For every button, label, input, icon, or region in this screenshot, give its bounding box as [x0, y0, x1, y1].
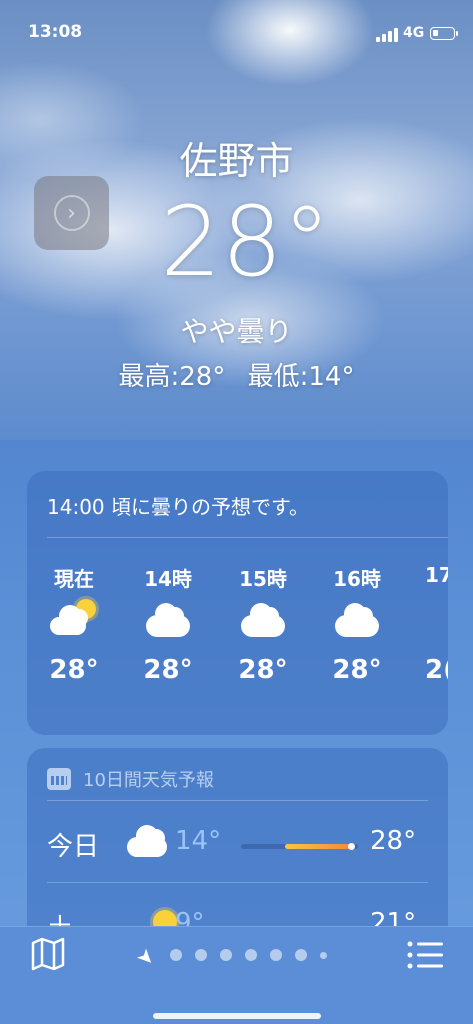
- hour-label: 現在: [54, 567, 94, 591]
- hour-temperature: 28°: [332, 655, 382, 685]
- cloud-icon: [317, 591, 397, 655]
- page-indicator[interactable]: [170, 949, 327, 961]
- status-bar: 13:08 4G: [0, 0, 473, 60]
- hour-item: 16時 28°: [317, 563, 397, 685]
- day-row[interactable]: 今日 14° 28°: [47, 818, 428, 866]
- hour-item: 15時 28°: [223, 563, 303, 685]
- day-high-temperature: 28°: [370, 826, 417, 856]
- page-dot[interactable]: [320, 952, 327, 959]
- hour-label: 16時: [333, 567, 381, 591]
- page-dot[interactable]: [295, 949, 307, 961]
- hour-item: 17 2(: [399, 563, 448, 685]
- city-name: 佐野市: [179, 139, 294, 183]
- battery-icon: [430, 27, 458, 40]
- hour-temperature: 2(: [425, 655, 448, 685]
- ten-day-title: 10日間天気予報: [83, 770, 214, 791]
- cellular-signal-icon: [376, 28, 398, 42]
- current-temperature-dot: [348, 843, 356, 850]
- day-low-temperature: 14°: [175, 826, 222, 856]
- cloud-icon: [128, 591, 208, 655]
- divider: [47, 537, 448, 538]
- cloud-icon: [425, 591, 448, 655]
- page-dot[interactable]: [195, 949, 207, 961]
- page-dot[interactable]: [270, 949, 282, 961]
- cloud-icon: [223, 591, 303, 655]
- hourly-forecast-card[interactable]: 14:00 頃に曇りの予想です。 現在 28° 14時 28° 15時 28° …: [27, 471, 448, 735]
- day-name: 今日: [47, 832, 100, 862]
- temperature-range-bar: [241, 843, 358, 850]
- bottom-toolbar: ➤: [0, 926, 473, 1024]
- map-icon[interactable]: [30, 937, 66, 971]
- page-dot[interactable]: [245, 949, 257, 961]
- current-condition: やや曇り: [180, 315, 293, 348]
- network-type: 4G: [403, 25, 425, 41]
- hour-item: 現在 28°: [34, 563, 114, 685]
- low-temperature: 最低:14°: [247, 362, 355, 392]
- list-icon[interactable]: [405, 939, 445, 971]
- divider: [47, 882, 428, 883]
- hour-item: 14時 28°: [128, 563, 208, 685]
- ten-day-forecast-card[interactable]: 10日間天気予報 今日 14° 28° 土 9° 21°: [27, 748, 448, 948]
- high-temperature: 最高:28°: [118, 362, 226, 392]
- temperature-range-fill: [285, 844, 353, 849]
- page-dot[interactable]: [220, 949, 232, 961]
- current-temperature: 28°: [160, 186, 331, 298]
- calendar-icon: [47, 768, 71, 790]
- hourly-summary: 14:00 頃に曇りの予想です。: [47, 495, 309, 519]
- hour-label: 17: [425, 563, 448, 587]
- hour-temperature: 28°: [238, 655, 288, 685]
- high-low: 最高:28° 最低:14°: [0, 356, 473, 393]
- status-time: 13:08: [28, 22, 83, 42]
- partly-cloudy-sun-icon: [34, 591, 114, 655]
- ten-day-header: 10日間天気予報: [47, 766, 214, 792]
- hour-temperature: 28°: [49, 655, 99, 685]
- location-arrow-icon[interactable]: ➤: [132, 943, 161, 972]
- hour-label: 15時: [239, 567, 287, 591]
- battery-level: [433, 30, 438, 36]
- hour-label: 14時: [144, 567, 192, 591]
- divider: [47, 800, 428, 801]
- home-indicator: [153, 1013, 321, 1019]
- hour-temperature: 28°: [143, 655, 193, 685]
- page-dot[interactable]: [170, 949, 182, 961]
